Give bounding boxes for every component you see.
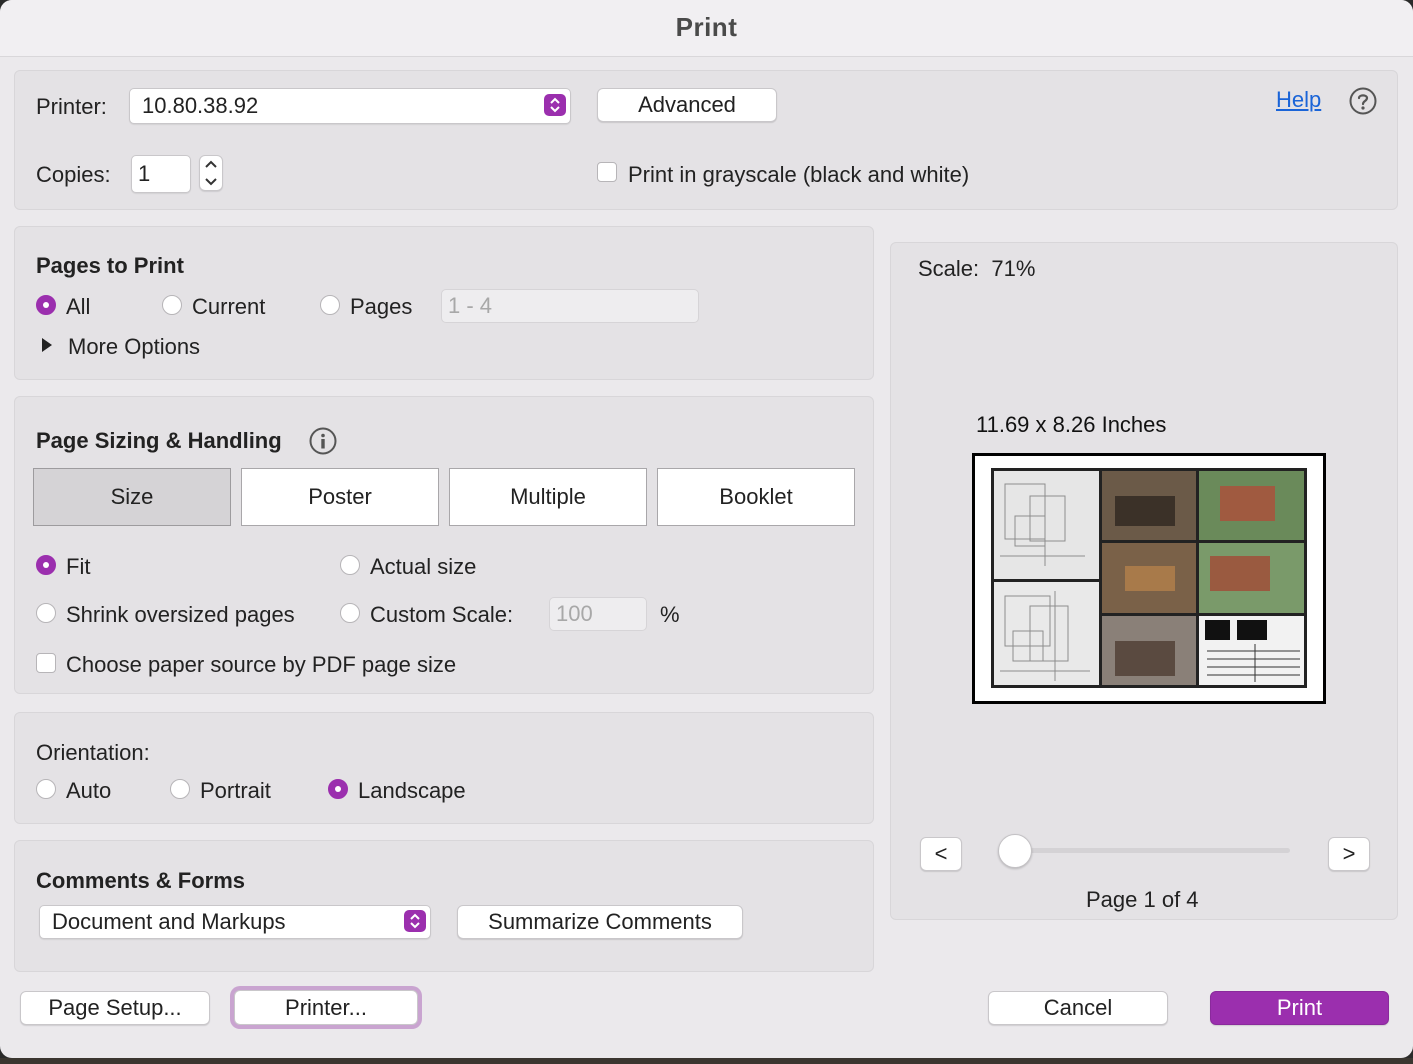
copies-stepper[interactable] xyxy=(199,155,223,191)
help-question-icon[interactable] xyxy=(1349,87,1377,115)
orientation-heading: Orientation: xyxy=(36,740,150,765)
page-preview xyxy=(972,453,1326,704)
grayscale-checkbox[interactable] xyxy=(597,162,617,182)
percent-label: % xyxy=(660,602,680,627)
comments-select[interactable]: Document and Markups xyxy=(39,905,431,939)
page-sizing-heading: Page Sizing & Handling xyxy=(36,428,282,453)
pages-range-placeholder: 1 - 4 xyxy=(448,293,493,318)
page-indicator: Page 1 of 4 xyxy=(1086,887,1199,912)
fit-label: Fit xyxy=(66,554,91,579)
scale-label: Scale: 71% xyxy=(918,256,1036,281)
summarize-comments-button[interactable]: Summarize Comments xyxy=(457,905,743,939)
stepper-arrows-icon xyxy=(205,160,217,186)
pages-range-label: Pages xyxy=(350,294,413,319)
print-button[interactable]: Print xyxy=(1210,991,1389,1025)
tab-multiple[interactable]: Multiple xyxy=(449,468,647,526)
tab-size[interactable]: Size xyxy=(33,468,231,526)
title-bar: Print xyxy=(0,0,1413,57)
info-icon[interactable] xyxy=(309,427,337,455)
orientation-landscape-label: Landscape xyxy=(358,778,466,803)
next-page-button[interactable]: > xyxy=(1328,837,1370,871)
custom-scale-input[interactable]: 100 xyxy=(549,597,647,631)
copies-input[interactable]: 1 xyxy=(131,155,191,193)
paper-size-label: 11.69 x 8.26 Inches xyxy=(976,412,1167,437)
orientation-portrait-radio[interactable] xyxy=(170,779,190,799)
pages-current-label: Current xyxy=(192,294,266,319)
comments-forms-heading: Comments & Forms xyxy=(36,868,246,893)
tab-booklet[interactable]: Booklet xyxy=(657,468,855,526)
print-dialog: Print Printer: 10.80.38.92 Advanced Help… xyxy=(0,0,1413,1058)
printer-select-value: 10.80.38.92 xyxy=(142,93,259,118)
shrink-label: Shrink oversized pages xyxy=(66,602,295,627)
page-slider-knob[interactable] xyxy=(998,834,1032,868)
tab-poster[interactable]: Poster xyxy=(241,468,439,526)
orientation-landscape-radio[interactable] xyxy=(328,779,348,799)
custom-scale-label: Custom Scale: xyxy=(370,602,514,627)
comments-select-value: Document and Markups xyxy=(52,909,286,934)
orientation-auto-radio[interactable] xyxy=(36,779,56,799)
copies-value: 1 xyxy=(138,161,151,186)
pages-range-radio[interactable] xyxy=(320,295,340,315)
pages-all-label: All xyxy=(66,294,91,319)
pages-current-radio[interactable] xyxy=(162,295,182,315)
help-link[interactable]: Help xyxy=(1276,87,1321,113)
pages-all-radio[interactable] xyxy=(36,295,56,315)
printer-dialog-button[interactable]: Printer... xyxy=(234,990,418,1025)
advanced-button[interactable]: Advanced xyxy=(597,88,777,122)
scale-value: 71% xyxy=(991,256,1036,281)
popup-arrows-icon xyxy=(544,94,566,116)
popup-arrows-icon xyxy=(404,910,426,932)
custom-scale-value: 100 xyxy=(556,601,593,626)
printer-label: Printer: xyxy=(36,94,107,119)
background-strip xyxy=(0,1058,1413,1064)
page-slider-track[interactable] xyxy=(1000,848,1290,853)
cancel-button[interactable]: Cancel xyxy=(988,991,1168,1025)
printer-select[interactable]: 10.80.38.92 xyxy=(129,88,571,124)
actual-size-radio[interactable] xyxy=(340,555,360,575)
orientation-auto-label: Auto xyxy=(66,778,112,803)
orientation-portrait-label: Portrait xyxy=(200,778,271,803)
more-options-label[interactable]: More Options xyxy=(68,334,200,360)
paper-source-label: Choose paper source by PDF page size xyxy=(66,652,457,677)
fit-radio[interactable] xyxy=(36,555,56,575)
grayscale-label: Print in grayscale (black and white) xyxy=(628,162,970,187)
copies-label: Copies: xyxy=(36,162,111,187)
page-setup-button[interactable]: Page Setup... xyxy=(20,991,210,1025)
pages-to-print-heading: Pages to Print xyxy=(36,253,184,278)
orientation-panel xyxy=(14,712,874,824)
dialog-title: Print xyxy=(675,12,738,42)
custom-scale-radio[interactable] xyxy=(340,603,360,623)
previous-page-button[interactable]: < xyxy=(920,837,962,871)
page-thumbnail xyxy=(975,456,1323,701)
paper-source-checkbox[interactable] xyxy=(36,653,56,673)
disclosure-triangle-icon[interactable] xyxy=(40,337,54,358)
actual-size-label: Actual size xyxy=(370,554,477,579)
pages-range-input[interactable]: 1 - 4 xyxy=(441,289,699,323)
shrink-radio[interactable] xyxy=(36,603,56,623)
